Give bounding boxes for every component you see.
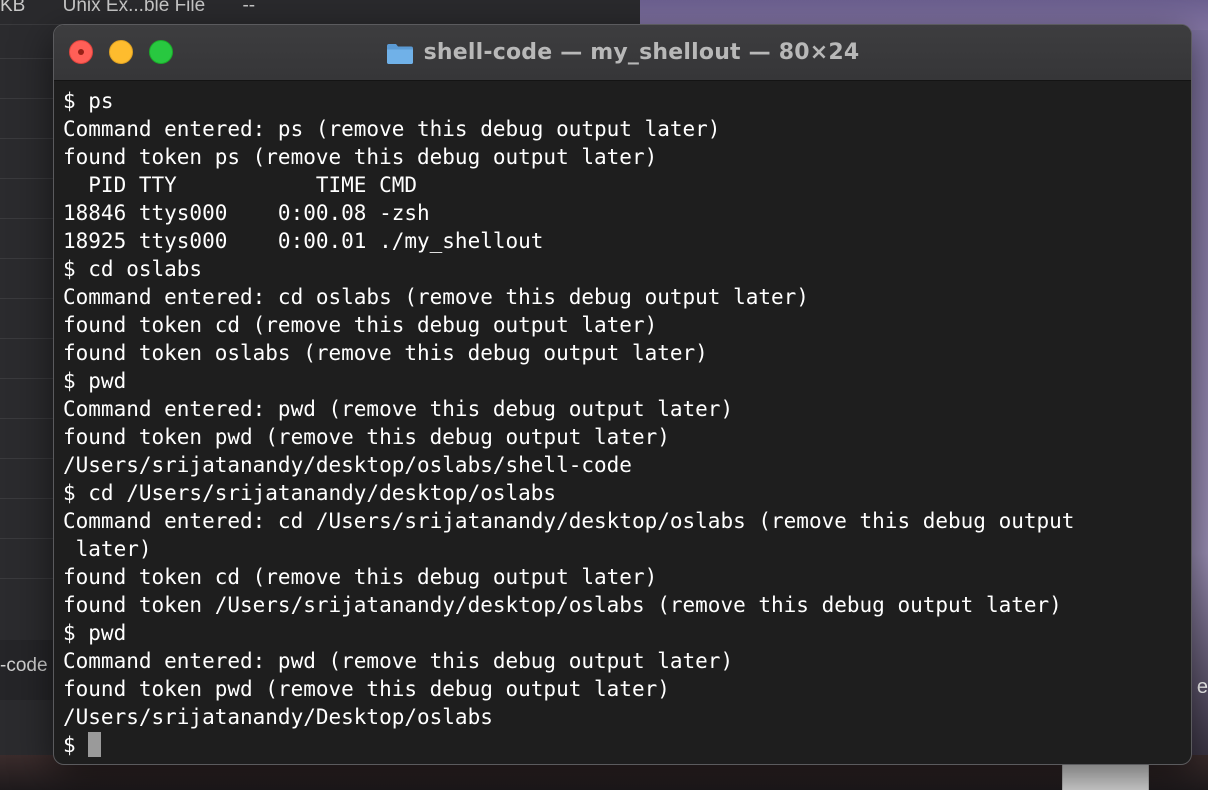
finder-row-divider	[0, 58, 58, 59]
terminal-line: later)	[63, 537, 152, 561]
terminal-line: $ cd oslabs	[63, 257, 203, 281]
finder-row-divider	[0, 578, 58, 579]
terminal-line: 18846 ttys000 0:00.08 -zsh	[63, 201, 430, 225]
finder-row-divider	[0, 218, 58, 219]
terminal-titlebar[interactable]: shell-code — my_shellout — 80×24	[54, 25, 1191, 81]
terminal-line: /Users/srijatanandy/desktop/oslabs/shell…	[63, 453, 632, 477]
terminal-line: Command entered: pwd (remove this debug …	[63, 397, 734, 421]
finder-kind-cell: Unix Ex...ble File	[62, 0, 206, 16]
terminal-line: found token pwd (remove this debug outpu…	[63, 425, 670, 449]
finder-row-divider	[0, 98, 58, 99]
terminal-line: $ ps	[63, 89, 114, 113]
terminal-line: $ pwd	[63, 621, 127, 645]
finder-row-divider	[0, 178, 58, 179]
terminal-line: Command entered: pwd (remove this debug …	[63, 649, 734, 673]
terminal-line: found token ps (remove this debug output…	[63, 145, 658, 169]
terminal-line: Command entered: cd /Users/srijatanandy/…	[63, 509, 1075, 533]
terminal-line: $ cd /Users/srijatanandy/desktop/oslabs	[63, 481, 557, 505]
finder-path-label[interactable]: -code	[0, 655, 48, 677]
terminal-line: found token cd (remove this debug output…	[63, 313, 658, 337]
terminal-line: 18925 ttys000 0:00.01 ./my_shellout	[63, 229, 544, 253]
desktop-edge-text: e	[1196, 676, 1208, 698]
finder-row-divider	[0, 258, 58, 259]
terminal-output[interactable]: $ ps Command entered: ps (remove this de…	[54, 81, 1191, 764]
terminal-prompt-line[interactable]: $	[63, 731, 1191, 759]
finder-row-divider	[0, 378, 58, 379]
terminal-line: found token cd (remove this debug output…	[63, 565, 658, 589]
terminal-line: found token /Users/srijatanandy/desktop/…	[63, 593, 1062, 617]
terminal-line: Command entered: ps (remove this debug o…	[63, 117, 721, 141]
finder-row-divider	[0, 458, 58, 459]
terminal-window[interactable]: shell-code — my_shellout — 80×24 $ ps Co…	[53, 24, 1192, 765]
terminal-line: Command entered: cd oslabs (remove this …	[63, 285, 809, 309]
finder-row-divider	[0, 338, 58, 339]
finder-date-cell: --	[242, 0, 256, 16]
window-title: shell-code — my_shellout — 80×24	[423, 40, 860, 65]
terminal-line: PID TTY TIME CMD	[63, 173, 418, 197]
finder-row-divider	[0, 418, 58, 419]
desktop-file-thumbnail[interactable]	[1062, 762, 1149, 790]
terminal-line: found token pwd (remove this debug outpu…	[63, 677, 670, 701]
finder-size-cell: KB	[0, 0, 26, 16]
text-cursor	[88, 732, 102, 757]
window-title-area: shell-code — my_shellout — 80×24	[54, 25, 1191, 80]
finder-row-divider	[0, 498, 58, 499]
finder-row-divider	[0, 138, 58, 139]
shell-prompt: $	[63, 733, 89, 757]
folder-icon	[386, 43, 413, 64]
finder-row-divider	[0, 538, 58, 539]
terminal-line: /Users/srijatanandy/Desktop/oslabs	[63, 705, 493, 729]
finder-row-divider	[0, 298, 58, 299]
terminal-line: $ pwd	[63, 369, 127, 393]
finder-file-row: KB Unix Ex...ble File --	[0, 0, 640, 25]
terminal-line: found token oslabs (remove this debug ou…	[63, 341, 708, 365]
